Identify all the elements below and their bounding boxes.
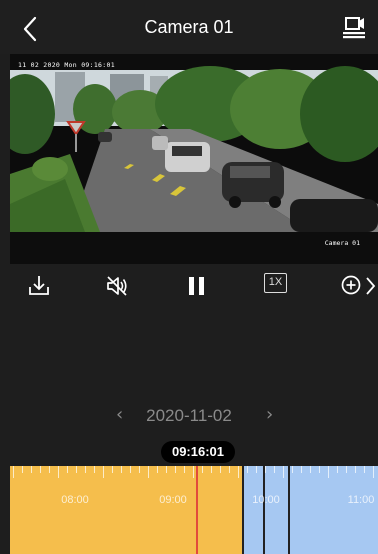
timeline-tick — [67, 466, 68, 473]
timeline-tick — [220, 466, 221, 473]
timeline-tick — [202, 466, 203, 473]
timeline-tick — [364, 466, 365, 473]
playback-timeline[interactable]: 08:00 09:00 10:00 11:00 — [10, 466, 378, 554]
timeline-tick — [166, 466, 167, 473]
page-title: Camera 01 — [144, 17, 234, 37]
timeline-tick — [265, 466, 266, 473]
timeline-tick — [274, 466, 275, 473]
timeline-tick — [346, 466, 347, 473]
timeline-tick — [103, 466, 104, 478]
timeline-tick — [355, 466, 356, 473]
playback-controls — [0, 264, 378, 308]
timeline-tick — [211, 466, 212, 473]
timeline-tick — [301, 466, 302, 473]
timeline-tick — [319, 466, 320, 473]
timeline-tick — [292, 466, 293, 473]
timeline-tick — [175, 466, 176, 473]
osd-channel-name: Camera 01 — [324, 239, 360, 247]
date-navigator: ‹ 2020-11-02 › — [0, 404, 378, 428]
current-time-badge: 09:16:01 — [161, 441, 235, 463]
next-day-button[interactable]: › — [266, 404, 273, 425]
timeline-tick — [22, 466, 23, 473]
timeline-tick — [76, 466, 77, 473]
segment-marker — [242, 466, 244, 554]
timeline-tick — [40, 466, 41, 473]
timeline-tick — [94, 466, 95, 473]
timeline-tick — [328, 466, 329, 478]
timeline-tick — [148, 466, 149, 478]
timeline-tick — [373, 466, 374, 478]
speaker-muted-icon[interactable] — [104, 273, 130, 299]
chevron-right-icon[interactable] — [362, 273, 378, 299]
timeline-tick — [49, 466, 50, 473]
playback-screen-icon[interactable] — [340, 13, 368, 41]
timeline-tick — [157, 466, 158, 473]
timeline-tick — [121, 466, 122, 473]
pause-icon[interactable] — [184, 273, 210, 299]
playhead-cursor[interactable] — [196, 466, 198, 554]
event-recording-segment — [10, 466, 243, 554]
timeline-tick — [112, 466, 113, 473]
timeline-label: 09:00 — [159, 494, 187, 506]
timeline-tick — [184, 466, 185, 473]
timeline-tick — [283, 466, 284, 478]
timeline-tick — [247, 466, 248, 473]
timeline-tick — [130, 466, 131, 473]
camera-feed-image — [10, 54, 378, 264]
timeline-label: 10:00 — [252, 494, 280, 506]
timeline-tick — [256, 466, 257, 473]
segment-marker — [263, 466, 265, 554]
timeline-tick — [310, 466, 311, 473]
osd-timestamp: 11 02 2020 Mon 09:16:01 — [18, 61, 115, 69]
timeline-tick — [31, 466, 32, 473]
timeline-label: 08:00 — [61, 494, 89, 506]
download-icon[interactable] — [26, 273, 52, 299]
timeline-label: 11:00 — [348, 494, 375, 506]
playback-speed-button[interactable]: 1X — [264, 273, 287, 293]
top-bar: Camera 01 — [0, 0, 378, 54]
timeline-tick — [139, 466, 140, 473]
timeline-tick — [13, 466, 14, 478]
timeline-tick — [337, 466, 338, 473]
selected-date[interactable]: 2020-11-02 — [0, 406, 378, 426]
timeline-tick — [229, 466, 230, 473]
timeline-tick — [193, 466, 194, 478]
timeline-tick — [85, 466, 86, 473]
timeline-tick — [238, 466, 239, 478]
video-player[interactable]: 11 02 2020 Mon 09:16:01 Camera 01 — [10, 54, 378, 264]
timeline-tick — [58, 466, 59, 478]
segment-marker — [288, 466, 290, 554]
